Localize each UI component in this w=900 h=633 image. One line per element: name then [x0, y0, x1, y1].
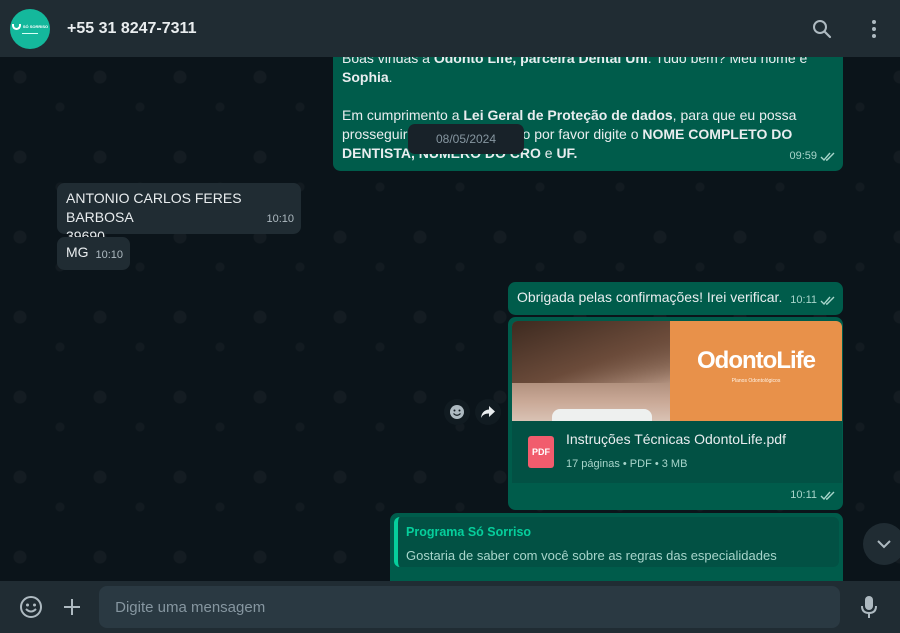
message-meta: 10:10 — [266, 210, 294, 229]
message-time: 10:11 — [790, 489, 817, 501]
message-bubble[interactable]: Boas vindas a Odonto Life, parceira Dent… — [333, 57, 843, 171]
chat-header: SÓ SORRISO +55 31 8247-7311 — [0, 0, 900, 57]
scroll-down-button[interactable] — [863, 523, 900, 565]
message-bubble[interactable]: MG 10:10 — [57, 237, 130, 270]
document-preview[interactable]: OdontoLife Planos Odontológicos — [512, 321, 842, 421]
chevron-down-icon — [877, 540, 891, 549]
reply-message[interactable]: Programa Só Sorriso Gostaria de saber co… — [390, 513, 843, 581]
message-bubble[interactable]: Obrigada pelas confirmações! Irei verifi… — [508, 282, 843, 315]
message-text: ANTONIO CARLOS FERES BARBOSA — [66, 190, 242, 225]
document-name: Instruções Técnicas OdontoLife.pdf — [566, 431, 786, 447]
message-meta: 09:59 — [789, 147, 836, 166]
microphone-icon[interactable] — [854, 592, 884, 622]
quoted-message[interactable]: Programa Só Sorriso Gostaria de saber co… — [394, 517, 839, 567]
plus-icon[interactable] — [58, 592, 88, 622]
smile-icon — [11, 23, 21, 30]
double-check-icon — [820, 491, 835, 501]
document-info-row[interactable]: PDF Instruções Técnicas OdontoLife.pdf 1… — [512, 421, 842, 483]
double-check-icon — [820, 296, 835, 306]
document-message[interactable]: OdontoLife Planos Odontológicos PDF Inst… — [508, 317, 843, 510]
preview-brand-panel: OdontoLife Planos Odontológicos — [670, 321, 842, 421]
message-time: 09:59 — [789, 150, 817, 162]
message-input[interactable] — [99, 586, 841, 628]
pdf-icon: PDF — [528, 436, 554, 468]
message-bubble[interactable]: ANTONIO CARLOS FERES BARBOSA 39690 10:10 — [57, 183, 301, 244]
double-check-icon — [820, 152, 835, 162]
message-meta: 10:11 — [790, 291, 836, 310]
avatar[interactable]: SÓ SORRISO — [10, 8, 50, 49]
contact-name[interactable]: +55 31 8247-7311 — [67, 20, 196, 38]
kebab-menu-icon[interactable] — [862, 17, 886, 41]
brand-subtitle: Planos Odontológicos — [731, 378, 781, 384]
message-text: MG — [66, 244, 89, 260]
header-actions — [810, 17, 886, 41]
message-meta: 10:11 — [790, 486, 836, 505]
search-icon[interactable] — [810, 17, 834, 41]
message-time: 10:10 — [266, 213, 294, 225]
quote-author: Programa Só Sorriso — [406, 525, 532, 539]
message-text: Boas vindas a Odonto Life, parceira Dent… — [342, 57, 808, 85]
message-time: 10:11 — [790, 294, 817, 306]
document-meta: 17 páginas • PDF • 3 MB — [566, 458, 688, 470]
forward-icon[interactable] — [475, 399, 501, 425]
preview-photo-shade — [512, 321, 670, 383]
message-meta: 10:10 — [95, 246, 123, 265]
message-text: Obrigada pelas confirmações! Irei verifi… — [517, 289, 783, 305]
preview-photo-detail — [552, 409, 652, 421]
emoji-icon[interactable] — [16, 592, 46, 622]
preview-photo — [512, 321, 670, 421]
document-info: Instruções Técnicas OdontoLife.pdf 17 pá… — [566, 430, 786, 474]
quote-text: Gostaria de saber com você sobre as regr… — [406, 548, 777, 563]
logo-text: SÓ SORRISO — [22, 24, 49, 29]
emoji-react-icon[interactable] — [444, 399, 470, 425]
chat-area: Boas vindas a Odonto Life, parceira Dent… — [0, 57, 900, 581]
date-chip: 08/05/2024 — [408, 124, 524, 154]
logo: SÓ SORRISO — [11, 23, 49, 30]
brand-logo: OdontoLife — [697, 347, 816, 374]
compose-bar — [0, 581, 900, 633]
logo-line — [22, 32, 38, 34]
message-time: 10:10 — [95, 249, 123, 261]
